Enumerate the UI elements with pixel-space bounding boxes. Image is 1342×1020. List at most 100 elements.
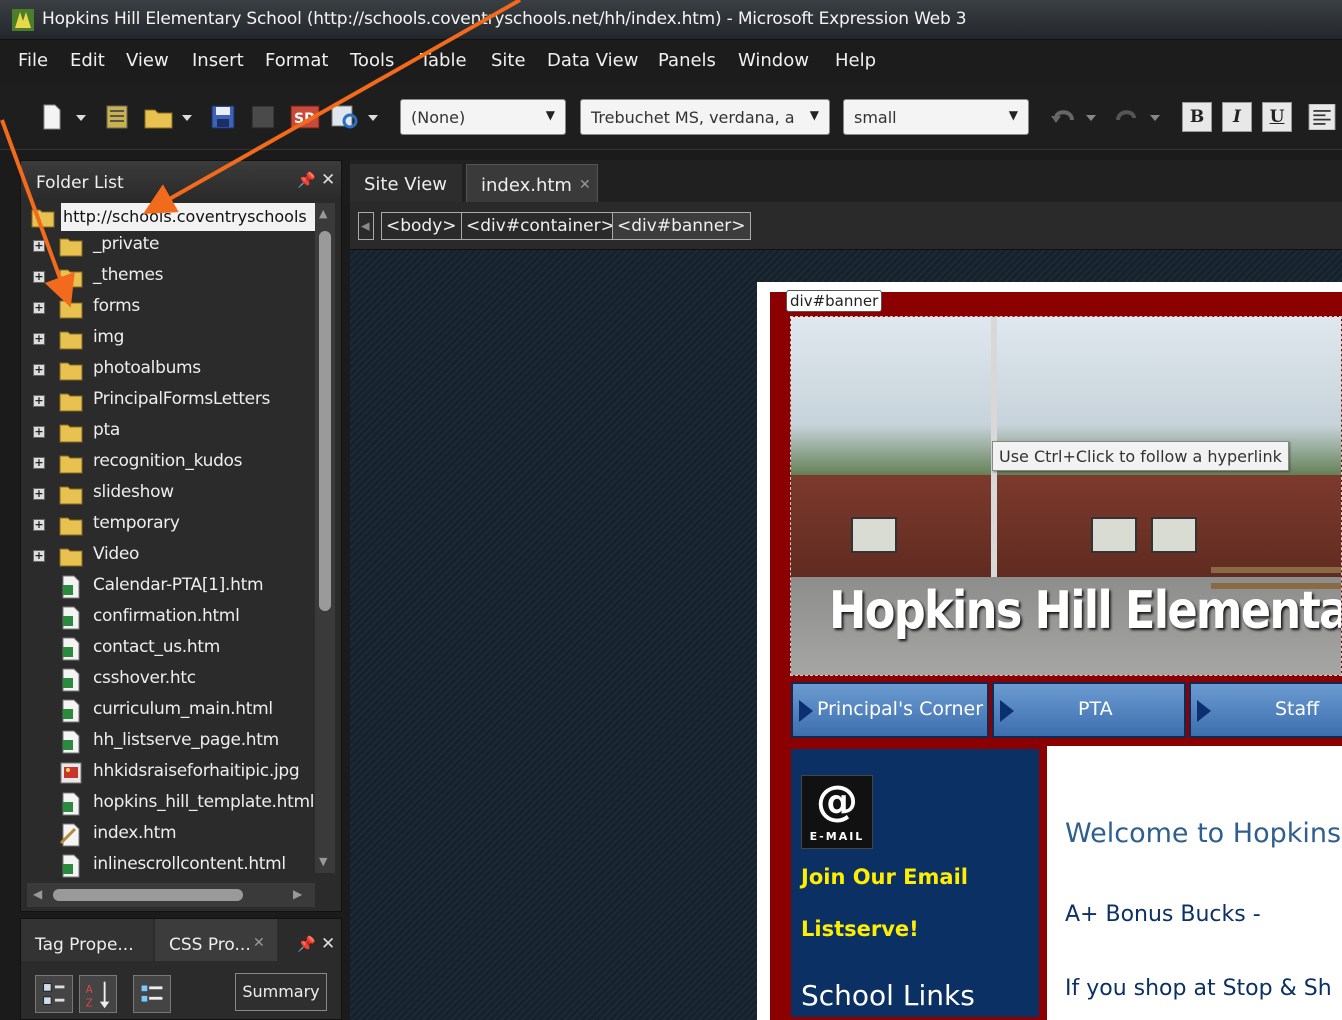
file-item[interactable]: Calendar-PTA[1].htm	[29, 572, 319, 602]
undo-dropdown-icon[interactable]	[1084, 104, 1098, 130]
folder-item[interactable]: + img	[29, 324, 319, 354]
expand-icon[interactable]: +	[33, 271, 45, 283]
email-logo[interactable]: @ E-MAIL	[801, 775, 873, 849]
categorized-view-icon[interactable]	[35, 975, 73, 1013]
expand-icon[interactable]: +	[33, 364, 45, 376]
menu-edit[interactable]: Edit	[70, 50, 105, 71]
folder-item[interactable]: + Video	[29, 541, 319, 571]
expand-icon[interactable]: +	[33, 519, 45, 531]
redo-icon[interactable]	[1112, 104, 1140, 130]
show-set-properties-icon[interactable]	[133, 975, 171, 1013]
new-dropdown-icon[interactable]	[74, 104, 88, 130]
menu-data-view[interactable]: Data View	[547, 50, 638, 71]
expand-icon[interactable]: +	[33, 550, 45, 562]
expand-icon[interactable]: +	[33, 488, 45, 500]
menu-tools[interactable]: Tools	[350, 50, 394, 71]
folder-item[interactable]: + _private	[29, 231, 319, 261]
menu-panels[interactable]: Panels	[658, 50, 716, 71]
folder-item[interactable]: + _themes	[29, 262, 319, 292]
save-all-icon[interactable]	[250, 104, 276, 130]
folder-item[interactable]: + temporary	[29, 510, 319, 540]
expand-icon[interactable]: +	[33, 426, 45, 438]
summary-button[interactable]: Summary	[235, 973, 327, 1011]
banner-image[interactable]: Hopkins Hill Elementary	[790, 316, 1342, 676]
folder-item[interactable]: + PrincipalFormsLetters	[29, 386, 319, 416]
save-icon[interactable]	[210, 104, 236, 130]
pin-icon[interactable]: 📌	[297, 171, 316, 189]
font-family-dropdown[interactable]: Trebuchet MS, verdana, a ▼	[580, 99, 830, 135]
close-tab-icon[interactable]: ✕	[253, 935, 265, 951]
italic-button[interactable]: I	[1222, 102, 1252, 132]
tab-site-view[interactable]: Site View	[350, 164, 462, 202]
file-item[interactable]: index.htm	[29, 820, 319, 850]
expand-icon[interactable]: +	[33, 395, 45, 407]
menu-help[interactable]: Help	[835, 50, 876, 71]
file-item[interactable]: curriculum_main.html	[29, 696, 319, 726]
folder-item[interactable]: + photoalbums	[29, 355, 319, 385]
expand-icon[interactable]: +	[33, 302, 45, 314]
crumb-back-icon[interactable]: ◂	[358, 212, 374, 240]
open-folder-icon[interactable]	[144, 104, 174, 130]
expand-icon[interactable]: +	[33, 333, 45, 345]
preview-browser-icon[interactable]	[330, 104, 360, 130]
folder-item[interactable]: + slideshow	[29, 479, 319, 509]
file-item[interactable]: hopkins_hill_template.html	[29, 789, 319, 819]
scroll-right-icon[interactable]: ▶	[293, 887, 302, 901]
style-dropdown[interactable]: (None) ▼	[400, 99, 566, 135]
nav-principals-corner[interactable]: Principal's Corner	[791, 682, 989, 738]
preview-dropdown-icon[interactable]	[366, 104, 380, 130]
file-item[interactable]: hhkidsraiseforhaitipic.jpg	[29, 758, 319, 788]
folder-list-vertical-scrollbar[interactable]: ▲ ▼	[315, 203, 335, 873]
font-size-dropdown[interactable]: small ▼	[843, 99, 1029, 135]
scroll-down-icon[interactable]: ▼	[319, 855, 327, 868]
undo-icon[interactable]	[1050, 104, 1078, 130]
scrollbar-thumb[interactable]	[319, 231, 331, 611]
folder-list-horizontal-scrollbar[interactable]: ◀ ▶	[27, 883, 315, 907]
file-item[interactable]: csshover.htc	[29, 665, 319, 695]
close-panel-icon[interactable]: ✕	[321, 170, 335, 190]
bold-button[interactable]: B	[1182, 102, 1212, 132]
nav-label: Staff	[1275, 698, 1320, 720]
new-page-icon[interactable]	[42, 104, 62, 130]
scroll-left-icon[interactable]: ◀	[33, 887, 42, 901]
expand-icon[interactable]: +	[33, 457, 45, 469]
crumb-banner[interactable]: <div#banner>	[612, 212, 751, 240]
scroll-up-icon[interactable]: ▲	[319, 207, 327, 220]
listserve-link[interactable]: Listserve!	[801, 917, 919, 941]
pin-icon[interactable]: 📌	[297, 935, 316, 953]
nav-pta[interactable]: PTA	[992, 682, 1186, 738]
sort-icon[interactable]: AZ	[79, 975, 117, 1013]
close-tab-icon[interactable]: ✕	[579, 177, 591, 193]
open-dropdown-icon[interactable]	[180, 104, 194, 130]
file-item[interactable]: inlinescrollcontent.html	[29, 851, 319, 881]
align-left-icon[interactable]	[1306, 104, 1338, 130]
tab-index-htm[interactable]: index.htm ✕	[466, 164, 598, 202]
menu-site[interactable]: Site	[491, 50, 526, 71]
file-item[interactable]: hh_listserve_page.htm	[29, 727, 319, 757]
scrollbar-thumb[interactable]	[53, 889, 243, 901]
folder-item[interactable]: + pta	[29, 417, 319, 447]
menu-format[interactable]: Format	[265, 50, 328, 71]
menu-table[interactable]: Table	[420, 50, 467, 71]
underline-button[interactable]: U	[1262, 102, 1292, 132]
banner-tag-label[interactable]: div#banner	[786, 290, 883, 312]
crumb-body[interactable]: <body>	[381, 212, 462, 240]
menu-insert[interactable]: Insert	[192, 50, 244, 71]
expand-icon[interactable]: +	[33, 240, 45, 252]
close-panel-icon[interactable]: ✕	[321, 934, 335, 954]
nav-staff[interactable]: Staff	[1189, 682, 1342, 738]
folder-root-row[interactable]: http://schools.coventryschools	[27, 203, 317, 231]
crumb-container[interactable]: <div#container>	[461, 212, 620, 240]
redo-dropdown-icon[interactable]	[1148, 104, 1162, 130]
folder-item[interactable]: + recognition_kudos	[29, 448, 319, 478]
menu-view[interactable]: View	[126, 50, 169, 71]
new-site-icon[interactable]	[104, 104, 130, 130]
menu-window[interactable]: Window	[738, 50, 809, 71]
menu-file[interactable]: File	[18, 50, 48, 71]
tab-tag-properties[interactable]: Tag Prope...	[21, 919, 153, 961]
join-email-link[interactable]: Join Our Email	[801, 865, 968, 889]
file-item[interactable]: contact_us.htm	[29, 634, 319, 664]
superpreview-icon[interactable]: SP	[290, 104, 320, 130]
folder-item[interactable]: + forms	[29, 293, 319, 323]
file-item[interactable]: confirmation.html	[29, 603, 319, 633]
